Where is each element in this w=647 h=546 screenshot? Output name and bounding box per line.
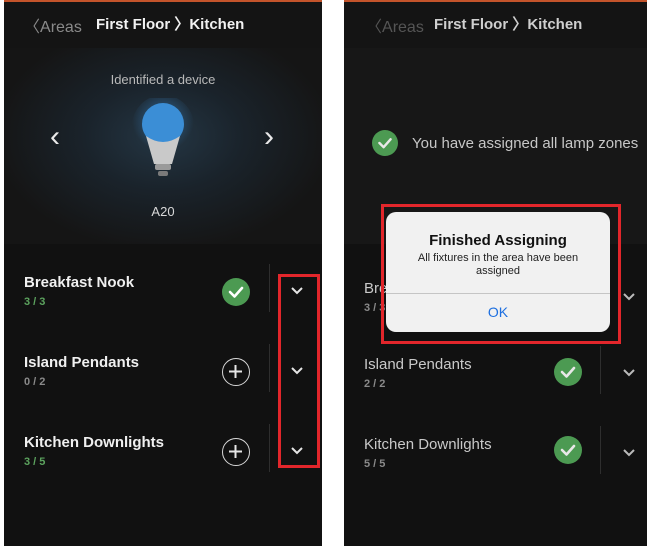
zone-count: 0 / 2 (24, 376, 46, 388)
zone-count: 5 / 5 (364, 458, 386, 470)
zone-row[interactable]: Island Pendants 2 / 2 (344, 338, 647, 410)
chevron-down-icon[interactable] (622, 448, 636, 458)
lightbulb-icon (132, 98, 194, 176)
device-caption: Identified a device (110, 72, 216, 87)
check-icon (554, 436, 582, 464)
divider (600, 426, 601, 474)
highlight-box (381, 204, 621, 344)
device-model: A20 (151, 204, 175, 219)
back-button[interactable]: 〈Areas (24, 13, 82, 37)
back-button[interactable]: 〈Areas (366, 13, 424, 37)
divider (269, 424, 270, 472)
completion-banner: You have assigned all lamp zones (372, 130, 638, 156)
right-phone-screen: 〈Areas First Floor 〉Kitchen You have ass… (344, 0, 647, 546)
chevron-left-icon: 〈 (24, 19, 41, 36)
left-phone-screen: 〈Areas First Floor 〉Kitchen Identified a… (4, 0, 322, 546)
zone-count: 3 / 3 (24, 296, 46, 308)
chevron-left-icon: 〈 (366, 19, 383, 36)
zone-name: Kitchen Downlights (364, 436, 492, 453)
zone-name: Island Pendants (24, 354, 140, 371)
zone-name: Kitchen Downlights (24, 434, 164, 451)
breadcrumb: First Floor 〉Kitchen (434, 16, 583, 33)
divider (600, 346, 601, 394)
chevron-down-icon[interactable] (622, 368, 636, 378)
device-hero: Identified a device ‹ › A20 (4, 48, 322, 244)
zone-row[interactable]: Island Pendants 0 / 2 (4, 336, 322, 408)
next-arrow-icon[interactable]: › (264, 122, 274, 152)
divider (269, 264, 270, 312)
highlight-box (278, 274, 320, 468)
add-icon[interactable] (222, 358, 250, 386)
zone-row[interactable]: Kitchen Downlights 5 / 5 (344, 418, 647, 490)
divider (269, 344, 270, 392)
check-icon (554, 358, 582, 386)
header: 〈Areas First Floor 〉Kitchen (344, 0, 647, 50)
chevron-down-icon[interactable] (622, 292, 636, 302)
banner-text: You have assigned all lamp zones (412, 134, 639, 152)
zone-row[interactable]: Kitchen Downlights 3 / 5 (4, 416, 322, 488)
zone-name: Breakfast Nook (24, 274, 135, 291)
zone-count: 2 / 2 (364, 378, 386, 390)
add-icon[interactable] (222, 438, 250, 466)
breadcrumb: First Floor 〉Kitchen (96, 16, 245, 33)
previous-arrow-icon[interactable]: ‹ (50, 122, 60, 152)
header: 〈Areas First Floor 〉Kitchen (4, 0, 322, 50)
zone-row[interactable]: Breakfast Nook 3 / 3 (4, 256, 322, 328)
zone-count: 3 / 5 (24, 456, 46, 468)
check-icon (222, 278, 250, 306)
check-icon (372, 130, 398, 156)
zone-name: Island Pendants (364, 356, 472, 373)
